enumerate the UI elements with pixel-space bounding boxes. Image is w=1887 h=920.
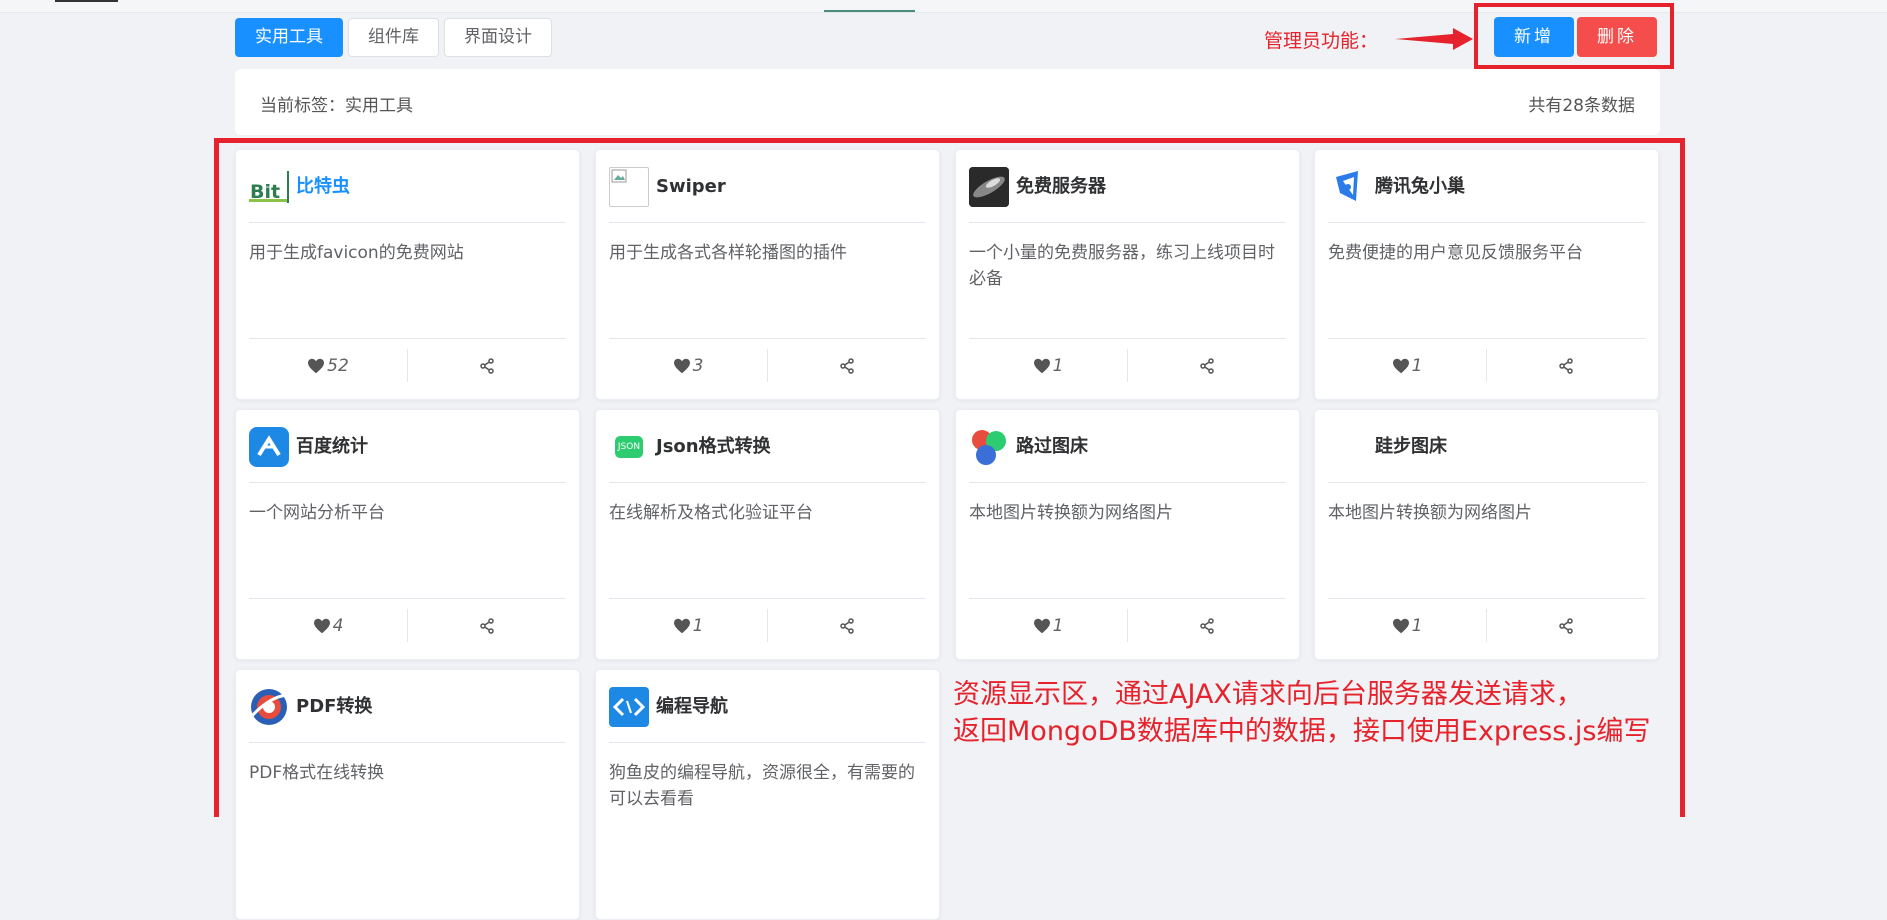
share-button[interactable] [408,339,566,392]
current-tag-label: 当前标签：实用工具 [260,96,413,116]
bitbug-logo-icon: Bit [249,167,289,207]
code-nav-logo-icon [609,687,649,727]
delete-button[interactable]: 删除 [1577,17,1657,57]
heart-icon [673,358,690,373]
top-nav-active-indicator [824,10,915,12]
resource-card: 编程导航 狗鱼皮的编程导航，资源很全，有需要的可以去看看 [595,669,940,920]
like-count: 1 [1052,355,1064,376]
card-title-link[interactable]: 腾讯兔小巢 [1375,167,1465,207]
imgchr-logo-icon [969,427,1009,467]
total-count-label: 共有28条数据 [1528,96,1635,116]
share-icon [1200,357,1214,374]
share-button[interactable] [1128,599,1286,652]
resource-card: Bit 比特虫 用于生成favicon的免费网站 52 [235,149,580,400]
card-title-link[interactable]: PDF转换 [296,687,372,727]
tab-components[interactable]: 组件库 [348,18,439,57]
tag-info-bar: 当前标签：实用工具 共有28条数据 [235,69,1660,135]
tab-utilities[interactable]: 实用工具 [235,18,343,57]
broken-image-icon [609,167,649,207]
like-count: 1 [1411,615,1423,636]
share-icon [840,357,854,374]
like-button[interactable]: 52 [249,349,408,382]
card-title-link[interactable]: Json格式转换 [656,427,771,467]
add-button[interactable]: 新增 [1494,17,1574,57]
like-button[interactable]: 4 [249,609,408,642]
like-button[interactable]: 1 [969,349,1128,382]
like-button[interactable]: 1 [1328,609,1487,642]
like-count: 1 [1052,615,1064,636]
heart-icon [313,618,330,633]
resource-card: 免费服务器 一个小量的免费服务器，练习上线项目时必备 1 [955,149,1300,400]
card-description: 狗鱼皮的编程导航，资源很全，有需要的可以去看看 [609,763,915,809]
admin-annotation-label: 管理员功能： [1264,30,1379,52]
share-button[interactable] [1487,599,1645,652]
card-title-link[interactable]: 比特虫 [296,167,350,207]
resource-card: 百度统计 一个网站分析平台 4 [235,409,580,660]
like-count: 1 [692,615,704,636]
heart-icon [1033,358,1050,373]
card-title-link[interactable]: 路过图床 [1016,427,1088,467]
share-button[interactable] [768,339,926,392]
card-description: 一个网站分析平台 [249,503,385,523]
card-title-link[interactable]: 编程导航 [656,687,728,727]
share-button[interactable] [1128,339,1286,392]
resource-card: JSON Json格式转换 在线解析及格式化验证平台 1 [595,409,940,660]
share-icon [840,617,854,634]
like-button[interactable]: 1 [609,609,768,642]
like-count: 3 [692,355,704,376]
like-count: 4 [332,615,344,636]
share-icon [480,617,494,634]
card-title-link[interactable]: 百度统计 [296,427,368,467]
card-description: 免费便捷的用户意见反馈服务平台 [1328,243,1583,263]
server-photo-icon [969,167,1009,207]
annotation-arrow-icon [1395,28,1473,50]
resource-card: PDF转换 PDF格式在线转换 [235,669,580,920]
card-description: 在线解析及格式化验证平台 [609,503,813,523]
heart-icon [1392,358,1409,373]
card-description: 本地图片转换额为网络图片 [969,503,1173,523]
resource-card: 路过图床 本地图片转换额为网络图片 1 [955,409,1300,660]
category-tabs: 实用工具 组件库 界面设计 [235,18,552,57]
json-logo-icon: JSON [609,427,649,467]
resource-area-annotation: 资源显示区，通过AJAX请求向后台服务器发送请求， 返回MongoDB数据库中的… [953,679,1651,747]
card-description: 用于生成各式各样轮播图的插件 [609,243,847,263]
card-description: 本地图片转换额为网络图片 [1328,503,1532,523]
card-title-link[interactable]: 免费服务器 [1016,167,1106,207]
resource-card: 腾讯兔小巢 免费便捷的用户意见反馈服务平台 1 [1314,149,1659,400]
like-count: 1 [1411,355,1423,376]
tab-ui-design[interactable]: 界面设计 [444,18,552,57]
card-description: PDF格式在线转换 [249,763,385,783]
heart-icon [308,358,325,373]
txc-logo-icon [1328,167,1368,207]
like-button[interactable]: 3 [609,349,768,382]
top-thumbnail [55,0,118,2]
resource-card: Swiper 用于生成各式各样轮播图的插件 3 [595,149,940,400]
pdf-logo-icon [249,687,289,727]
share-icon [1559,357,1573,374]
heart-icon [673,618,690,633]
like-button[interactable]: 1 [1328,349,1487,382]
share-icon [480,357,494,374]
card-description: 用于生成favicon的免费网站 [249,243,464,263]
like-count: 52 [327,355,349,376]
blank-logo-icon [1328,427,1368,467]
card-title-link[interactable]: Swiper [656,167,726,207]
share-icon [1200,617,1214,634]
like-button[interactable]: 1 [969,609,1128,642]
share-button[interactable] [768,599,926,652]
resource-card: 跬步图床 本地图片转换额为网络图片 1 [1314,409,1659,660]
heart-icon [1033,618,1050,633]
share-icon [1559,617,1573,634]
card-description: 一个小量的免费服务器，练习上线项目时必备 [969,243,1275,289]
share-button[interactable] [1487,339,1645,392]
card-title-link[interactable]: 跬步图床 [1375,427,1447,467]
share-button[interactable] [408,599,566,652]
baidu-tongji-logo-icon [249,427,289,467]
heart-icon [1392,618,1409,633]
